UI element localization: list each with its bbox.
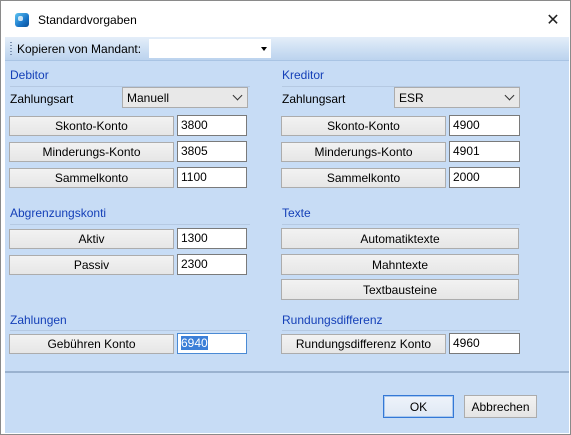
kreditor-title: Kreditor [282, 68, 325, 82]
debitor-sammelkonto-field[interactable]: 1100 [177, 167, 247, 188]
debitor-title: Debitor [10, 68, 49, 82]
zahlungen-separator [10, 330, 250, 331]
window-title: Standardvorgaben [38, 13, 137, 27]
dialog-window: Standardvorgaben ✕ Kopieren von Mandant:… [0, 0, 571, 435]
debitor-skonto-konto-field[interactable]: 3800 [177, 115, 247, 136]
mahntexte-button[interactable]: Mahntexte [281, 254, 519, 275]
app-icon [15, 13, 29, 27]
debitor-zahlungsart-select[interactable]: Manuell [122, 87, 248, 108]
debitor-zahlungsart-label: Zahlungsart [10, 92, 74, 106]
dropdown-arrow-icon [261, 47, 267, 51]
kreditor-minderungs-konto-field[interactable]: 4901 [449, 141, 520, 162]
debitor-minderungs-konto-field[interactable]: 3805 [177, 141, 247, 162]
abgrenzungskonti-separator [10, 224, 250, 225]
kreditor-minderungs-konto-button[interactable]: Minderungs-Konto [281, 142, 446, 162]
aktiv-field[interactable]: 1300 [177, 228, 247, 249]
texte-title: Texte [282, 206, 311, 220]
close-icon: ✕ [546, 9, 560, 29]
automatiktexte-button[interactable]: Automatiktexte [281, 228, 519, 249]
abgrenzungskonti-title: Abgrenzungskonti [10, 206, 107, 220]
zahlungen-title: Zahlungen [10, 313, 67, 327]
kreditor-sammelkonto-button[interactable]: Sammelkonto [281, 168, 446, 188]
ok-button[interactable]: OK [383, 395, 454, 418]
copy-from-client-combo[interactable] [149, 39, 271, 58]
toolbar: Kopieren von Mandant: [5, 37, 569, 61]
kreditor-zahlungsart-value: ESR [399, 91, 424, 105]
cancel-button[interactable]: Abbrechen [464, 395, 537, 418]
debitor-minderungs-konto-button[interactable]: Minderungs-Konto [9, 142, 174, 162]
kreditor-zahlungsart-label: Zahlungsart [282, 92, 346, 106]
rundungsdifferenz-konto-button[interactable]: Rundungsdifferenz Konto [281, 334, 446, 354]
kreditor-skonto-konto-button[interactable]: Skonto-Konto [281, 116, 446, 136]
title-bar: Standardvorgaben ✕ [1, 1, 570, 37]
gebuehren-konto-field[interactable]: 6940 [177, 333, 247, 354]
aktiv-button[interactable]: Aktiv [9, 229, 174, 249]
texte-separator [282, 224, 520, 225]
rundungsdifferenz-separator [282, 330, 520, 331]
rundungsdifferenz-konto-field[interactable]: 4960 [449, 333, 520, 354]
passiv-button[interactable]: Passiv [9, 255, 174, 275]
passiv-field[interactable]: 2300 [177, 254, 247, 275]
textbausteine-button[interactable]: Textbausteine [281, 279, 519, 300]
chevron-down-icon [504, 90, 515, 101]
debitor-zahlungsart-value: Manuell [127, 91, 170, 105]
rundungsdifferenz-title: Rundungsdifferenz [282, 313, 383, 327]
dialog-footer: OK Abbrechen [5, 373, 569, 433]
close-button[interactable]: ✕ [537, 5, 569, 33]
settings-panel: Debitor Zahlungsart Manuell Skonto-Konto… [5, 61, 569, 371]
copy-from-client-label: Kopieren von Mandant: [17, 42, 142, 56]
debitor-skonto-konto-button[interactable]: Skonto-Konto [9, 116, 174, 136]
chevron-down-icon [232, 90, 243, 101]
toolbar-grip-icon[interactable] [10, 42, 12, 56]
gebuehren-konto-button[interactable]: Gebühren Konto [9, 334, 174, 354]
kreditor-skonto-konto-field[interactable]: 4900 [449, 115, 520, 136]
debitor-sammelkonto-button[interactable]: Sammelkonto [9, 168, 174, 188]
kreditor-sammelkonto-field[interactable]: 2000 [449, 167, 520, 188]
kreditor-zahlungsart-select[interactable]: ESR [394, 87, 520, 108]
